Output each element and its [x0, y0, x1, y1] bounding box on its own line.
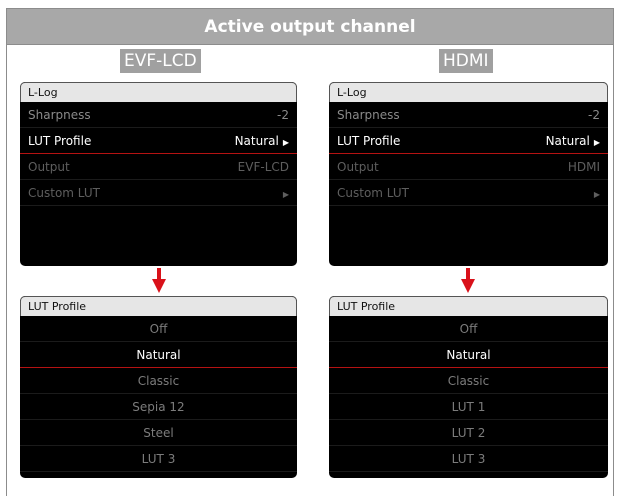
- option-natural[interactable]: Natural: [329, 342, 608, 368]
- option-sepia-12[interactable]: Sepia 12: [20, 394, 297, 420]
- option-off[interactable]: Off: [329, 316, 608, 342]
- arrow-down-icon: [152, 268, 166, 294]
- submenu-title: LUT Profile: [329, 296, 608, 316]
- row-label: Output: [28, 160, 70, 174]
- option-steel[interactable]: Steel: [20, 420, 297, 446]
- option-lut-2[interactable]: LUT 2: [329, 420, 608, 446]
- menu-title: L-Log: [329, 82, 608, 102]
- option-classic[interactable]: Classic: [329, 368, 608, 394]
- submenu-title: LUT Profile: [20, 296, 297, 316]
- option-natural[interactable]: Natural: [20, 342, 297, 368]
- chevron-right-icon: ▶: [593, 138, 600, 147]
- menu-title: L-Log: [20, 82, 297, 102]
- option-lut-1[interactable]: LUT 1: [329, 394, 608, 420]
- option-lut-3[interactable]: LUT 3: [20, 446, 297, 472]
- submenu-screen-evf-lcd: LUT Profile Off Natural Classic Sepia 12…: [20, 296, 297, 478]
- row-value: Natural: [545, 134, 590, 148]
- row-value: EVF-LCD: [237, 160, 289, 174]
- chevron-right-icon: ▶: [282, 190, 289, 199]
- menu-screen-evf-lcd: L-Log Sharpness -2 LUT Profile Natural ▶ …: [20, 82, 297, 266]
- row-label: Sharpness: [28, 108, 91, 122]
- submenu-screen-hdmi: LUT Profile Off Natural Classic LUT 1 LU…: [329, 296, 608, 478]
- menu-screen-hdmi: L-Log Sharpness -2 LUT Profile Natural ▶ …: [329, 82, 608, 266]
- chevron-right-icon: ▶: [593, 190, 600, 199]
- menu-row-custom-lut: Custom LUT ▶: [20, 180, 297, 206]
- row-label: Custom LUT: [337, 186, 409, 200]
- option-lut-3[interactable]: LUT 3: [329, 446, 608, 472]
- row-value: -2: [277, 108, 289, 122]
- channel-label-evf-lcd: EVF-LCD: [120, 49, 201, 73]
- option-classic[interactable]: Classic: [20, 368, 297, 394]
- menu-row-lut-profile[interactable]: LUT Profile Natural ▶: [20, 128, 297, 154]
- menu-row-lut-profile[interactable]: LUT Profile Natural ▶: [329, 128, 608, 154]
- row-value: HDMI: [567, 160, 600, 174]
- channel-label-hdmi: HDMI: [439, 49, 493, 73]
- arrow-down-icon: [461, 268, 475, 294]
- row-label: LUT Profile: [337, 134, 401, 148]
- menu-row-output: Output HDMI: [329, 154, 608, 180]
- page-title: Active output channel: [7, 9, 613, 45]
- row-value: -2: [588, 108, 600, 122]
- menu-row-sharpness[interactable]: Sharpness -2: [329, 102, 608, 128]
- menu-row-custom-lut: Custom LUT ▶: [329, 180, 608, 206]
- row-label: Output: [337, 160, 379, 174]
- option-off[interactable]: Off: [20, 316, 297, 342]
- menu-row-output: Output EVF-LCD: [20, 154, 297, 180]
- row-label: Custom LUT: [28, 186, 100, 200]
- row-value: Natural: [234, 134, 279, 148]
- row-label: LUT Profile: [28, 134, 92, 148]
- row-label: Sharpness: [337, 108, 400, 122]
- chevron-right-icon: ▶: [282, 138, 289, 147]
- menu-row-sharpness[interactable]: Sharpness -2: [20, 102, 297, 128]
